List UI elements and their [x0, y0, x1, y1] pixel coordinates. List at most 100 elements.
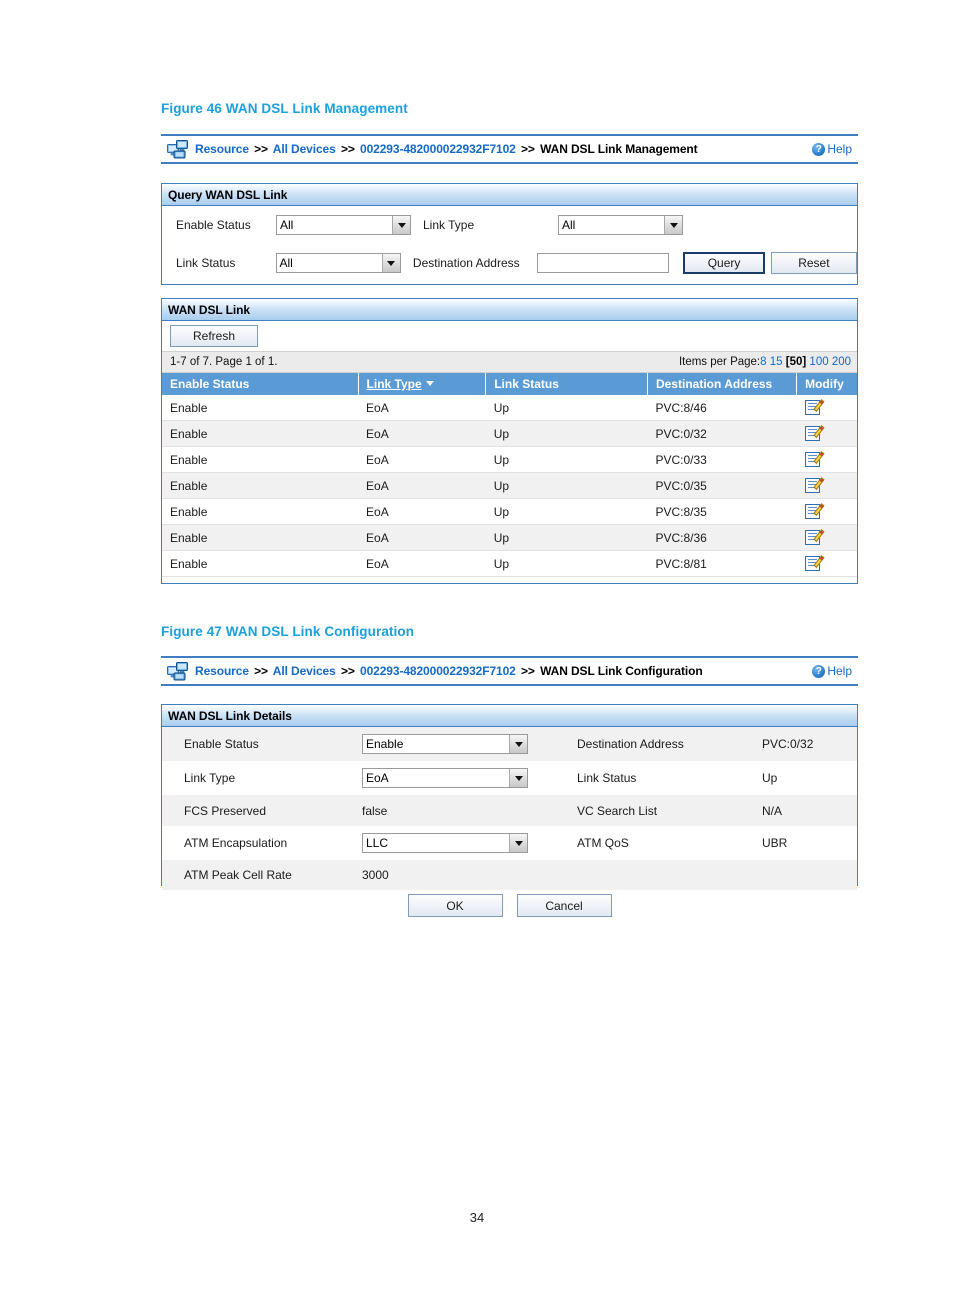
link-status-select[interactable]: All — [275, 253, 401, 273]
cell-link-type: EoA — [358, 446, 486, 473]
link-type-select[interactable]: All — [558, 215, 683, 235]
cell-link-status: Up — [485, 420, 648, 447]
table-row[interactable]: Enable EoA Up PVC:8/36 — [162, 524, 857, 551]
help-label: Help — [827, 142, 852, 156]
breadcrumb-46: Resource >> All Devices >> 002293-482000… — [195, 142, 698, 156]
cell-enable-status: Enable — [162, 524, 359, 551]
cell-link-status: Up — [485, 524, 648, 551]
edit-icon[interactable] — [804, 451, 825, 467]
atm-encapsulation-select[interactable]: LLC — [362, 833, 528, 853]
chevron-down-icon[interactable] — [509, 769, 527, 787]
breadcrumb-item-current: WAN DSL Link Configuration — [540, 664, 703, 678]
edit-icon[interactable] — [804, 529, 825, 545]
sort-desc-icon — [425, 381, 434, 386]
help-link-47[interactable]: ? Help — [812, 664, 852, 678]
atm-qos-label: ATM QoS — [577, 836, 629, 850]
cell-link-type: EoA — [358, 472, 486, 499]
breadcrumb-item-resource[interactable]: Resource — [195, 664, 249, 678]
breadcrumb-item-resource[interactable]: Resource — [195, 142, 249, 156]
cancel-button[interactable]: Cancel — [516, 894, 612, 917]
breadcrumb-item-device-id[interactable]: 002293-482000022932F7102 — [360, 664, 516, 678]
breadcrumb-bar-47: Resource >> All Devices >> 002293-482000… — [161, 656, 858, 686]
details-row-link-type: Link Type EoA Link Status Up — [162, 761, 857, 795]
table-body: Enable EoA Up PVC:8/46 Enable EoA Up PVC… — [162, 395, 857, 577]
edit-icon[interactable] — [804, 399, 825, 415]
cell-modify[interactable] — [796, 524, 857, 551]
link-type-field: EoA — [362, 768, 577, 788]
chevron-down-icon[interactable] — [392, 216, 410, 234]
items-per-page-100[interactable]: 100 — [809, 356, 828, 368]
cell-destination-address: PVC:0/35 — [647, 472, 797, 499]
list-toolbar: Refresh — [162, 321, 857, 351]
question-mark-icon: ? — [812, 142, 826, 156]
table-row[interactable]: Enable EoA Up PVC:8/81 — [162, 550, 857, 577]
wan-dsl-link-list-panel: WAN DSL Link Refresh 1-7 of 7. Page 1 of… — [161, 298, 858, 584]
breadcrumb-item-all-devices[interactable]: All Devices — [273, 664, 336, 678]
column-header-link-status[interactable]: Link Status — [485, 373, 648, 395]
enable-status-select[interactable]: All — [276, 215, 411, 235]
cell-link-type: EoA — [358, 524, 486, 551]
edit-icon[interactable] — [804, 477, 825, 493]
breadcrumb-separator: >> — [254, 664, 268, 678]
help-link-46[interactable]: ? Help — [812, 142, 852, 156]
column-header-modify: Modify — [796, 373, 857, 395]
link-type-label: Link Type — [423, 218, 475, 232]
items-per-page-8[interactable]: 8 — [760, 356, 766, 368]
chevron-down-icon[interactable] — [381, 254, 400, 272]
table-row[interactable]: Enable EoA Up PVC:0/32 — [162, 420, 857, 447]
destination-address-label: Destination Address — [412, 256, 520, 270]
chevron-down-icon[interactable] — [509, 735, 527, 753]
items-per-page-15[interactable]: 15 — [770, 356, 783, 368]
edit-icon[interactable] — [804, 425, 825, 441]
column-header-enable-status[interactable]: Enable Status — [162, 373, 359, 395]
breadcrumb-item-all-devices[interactable]: All Devices — [273, 142, 336, 156]
edit-icon[interactable] — [804, 555, 825, 571]
breadcrumb-item-device-id[interactable]: 002293-482000022932F7102 — [360, 142, 516, 156]
query-panel-body: Enable Status All Link Type All Link Sta… — [162, 206, 857, 282]
edit-icon[interactable] — [804, 503, 825, 519]
cell-enable-status: Enable — [162, 420, 359, 447]
table-row[interactable]: Enable EoA Up PVC:0/35 — [162, 472, 857, 499]
atm-encapsulation-field: LLC — [362, 833, 577, 853]
details-row-enable-status: Enable Status Enable Destination Address… — [162, 727, 857, 761]
destination-address-input[interactable] — [537, 253, 670, 273]
document-page: Figure 46 WAN DSL Link Management Resour… — [0, 0, 954, 1296]
table-row[interactable]: Enable EoA Up PVC:8/35 — [162, 498, 857, 525]
column-header-link-type[interactable]: Link Type — [358, 373, 487, 395]
cell-link-type: EoA — [358, 420, 486, 447]
table-row[interactable]: Enable EoA Up PVC:8/46 — [162, 395, 857, 421]
cell-modify[interactable] — [796, 446, 857, 473]
chevron-down-icon[interactable] — [509, 834, 527, 852]
breadcrumb-bar-46: Resource >> All Devices >> 002293-482000… — [161, 134, 858, 164]
breadcrumb-separator: >> — [340, 142, 355, 156]
table-row[interactable]: Enable EoA Up PVC:0/33 — [162, 446, 857, 473]
reset-button[interactable]: Reset — [770, 252, 857, 274]
link-type-value: All — [562, 218, 576, 232]
cell-modify[interactable] — [796, 498, 857, 525]
cell-enable-status: Enable — [162, 550, 359, 577]
chevron-down-icon[interactable] — [664, 216, 682, 234]
cell-modify[interactable] — [796, 550, 857, 577]
details-row-atm-peak-cell-rate: ATM Peak Cell Rate 3000 — [162, 860, 857, 890]
query-button[interactable]: Query — [683, 252, 765, 274]
items-per-page-200[interactable]: 200 — [832, 356, 851, 368]
enable-status-value: All — [280, 218, 294, 232]
cell-modify[interactable] — [796, 420, 857, 447]
cell-modify[interactable] — [796, 472, 857, 499]
cell-link-type: EoA — [358, 498, 486, 525]
items-per-page-current: [50] — [785, 356, 807, 368]
resource-devices-icon — [167, 661, 189, 681]
link-type-select[interactable]: EoA — [362, 768, 528, 788]
link-status-label: Link Status — [577, 771, 637, 785]
enable-status-select[interactable]: Enable — [362, 734, 528, 754]
atm-peak-cell-rate-label: ATM Peak Cell Rate — [184, 868, 292, 882]
cell-destination-address: PVC:8/46 — [647, 395, 797, 421]
cell-destination-address: PVC:8/36 — [647, 524, 797, 551]
figure-46-caption: Figure 46 WAN DSL Link Management — [161, 101, 408, 116]
ok-button[interactable]: OK — [407, 894, 503, 917]
breadcrumb-separator: >> — [521, 142, 535, 156]
column-header-destination-address[interactable]: Destination Address — [647, 373, 798, 395]
refresh-button[interactable]: Refresh — [170, 325, 258, 347]
cell-modify[interactable] — [796, 395, 857, 421]
atm-qos-value: UBR — [762, 836, 788, 850]
